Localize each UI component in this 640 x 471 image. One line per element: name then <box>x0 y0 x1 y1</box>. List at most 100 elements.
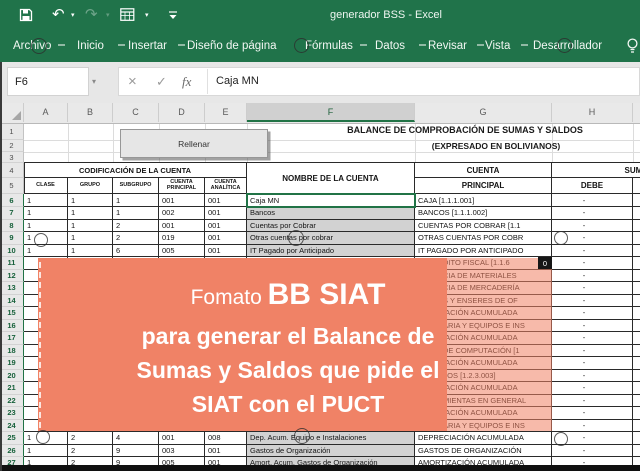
row-header-13[interactable]: 13 <box>0 282 24 295</box>
row-header-21[interactable]: 21 <box>0 382 24 395</box>
cell-B9[interactable]: 1 <box>68 232 113 245</box>
header-cuenta[interactable]: CUENTA <box>415 163 552 178</box>
cell-C10[interactable]: 6 <box>113 245 159 258</box>
cell-D26[interactable]: 003 <box>159 445 205 458</box>
cell-A7[interactable]: 1 <box>24 207 68 220</box>
cell-I12[interactable] <box>633 270 640 283</box>
header-nombre-cuenta[interactable]: NOMBRE DE LA CUENTA <box>247 163 415 194</box>
header-subgrupo[interactable]: SUBGRUPO <box>113 178 159 194</box>
cell-H21[interactable]: - <box>552 382 633 395</box>
cell-H15[interactable]: - <box>552 307 633 320</box>
cell-D6[interactable]: 001 <box>159 194 205 207</box>
cell-I26[interactable] <box>633 445 640 458</box>
cell-H24[interactable]: - <box>552 420 633 433</box>
cell-H17[interactable]: - <box>552 332 633 345</box>
cell-E9[interactable]: 001 <box>205 232 247 245</box>
cell-I11[interactable] <box>633 257 640 270</box>
header-debe[interactable]: DEBE <box>552 178 633 194</box>
cell-B6[interactable]: 1 <box>68 194 113 207</box>
row-header-20[interactable]: 20 <box>0 370 24 383</box>
cell-B8[interactable]: 1 <box>68 220 113 233</box>
row-header-19[interactable]: 19 <box>0 357 24 370</box>
cell-A26[interactable]: 1 <box>24 445 68 458</box>
cell-I16[interactable] <box>633 320 640 333</box>
header-grupo[interactable]: GRUPO <box>68 178 113 194</box>
row-header-9[interactable]: 9 <box>0 232 24 245</box>
cell-H16[interactable]: - <box>552 320 633 333</box>
cell-B26[interactable]: 2 <box>68 445 113 458</box>
header-haber-sliver[interactable] <box>633 178 640 194</box>
cell-G8[interactable]: CUENTAS POR COBRAR [1.1 <box>415 220 552 233</box>
cell-G6[interactable]: CAJA [1.1.1.001] <box>415 194 552 207</box>
cell-B25[interactable]: 2 <box>68 432 113 445</box>
cell-H7[interactable]: - <box>552 207 633 220</box>
cell-I6[interactable] <box>633 194 640 207</box>
cell-I24[interactable] <box>633 420 640 433</box>
cell-H14[interactable]: - <box>552 295 633 308</box>
cell-C8[interactable]: 2 <box>113 220 159 233</box>
cell-I22[interactable] <box>633 395 640 408</box>
cell-H26[interactable]: - <box>552 445 633 458</box>
cell-G25[interactable]: DEPRECIACIÓN ACUMULADA <box>415 432 552 445</box>
cell-I18[interactable] <box>633 345 640 358</box>
cell-D25[interactable]: 001 <box>159 432 205 445</box>
row-header-18[interactable]: 18 <box>0 345 24 358</box>
row-header-11[interactable]: 11 <box>0 257 24 270</box>
cell-E10[interactable]: 001 <box>205 245 247 258</box>
cell-E7[interactable]: 001 <box>205 207 247 220</box>
cell-F9[interactable]: Otras cuentas por cobrar <box>247 232 415 245</box>
row-header-12[interactable]: 12 <box>0 270 24 283</box>
cell-A8[interactable]: 1 <box>24 220 68 233</box>
cell-G26[interactable]: GASTOS DE ORGANIZACIÓN <box>415 445 552 458</box>
row-header-7[interactable]: 7 <box>0 207 24 220</box>
cell-C9[interactable]: 2 <box>113 232 159 245</box>
header-cuenta_analitica[interactable]: CUENTAANALÍTICA <box>205 178 247 194</box>
cell-C7[interactable]: 1 <box>113 207 159 220</box>
row-header-5[interactable]: 5 <box>0 178 24 194</box>
row-header-2[interactable]: 2 <box>0 140 24 152</box>
row-header-22[interactable]: 22 <box>0 395 24 408</box>
cell-H20[interactable]: - <box>552 370 633 383</box>
row-header-4[interactable]: 4 <box>0 163 24 178</box>
row-header-25[interactable]: 25 <box>0 432 24 445</box>
cell-I23[interactable] <box>633 407 640 420</box>
row-header-17[interactable]: 17 <box>0 332 24 345</box>
cell-I25[interactable] <box>633 432 640 445</box>
row-header-1[interactable]: 1 <box>0 124 24 140</box>
cell-H23[interactable]: - <box>552 407 633 420</box>
cell-B10[interactable]: 1 <box>68 245 113 258</box>
cell-H22[interactable]: - <box>552 395 633 408</box>
cell-E8[interactable]: 001 <box>205 220 247 233</box>
header-sumas[interactable]: SUMAS <box>552 163 640 178</box>
cell-C26[interactable]: 9 <box>113 445 159 458</box>
cell-G9[interactable]: OTRAS CUENTAS POR COBR <box>415 232 552 245</box>
cell-E26[interactable]: 001 <box>205 445 247 458</box>
cell-I13[interactable] <box>633 282 640 295</box>
cell-I17[interactable] <box>633 332 640 345</box>
cell-H13[interactable]: - <box>552 282 633 295</box>
row-header-15[interactable]: 15 <box>0 307 24 320</box>
row-header-6[interactable]: 6 <box>0 194 24 207</box>
row-header-16[interactable]: 16 <box>0 320 24 333</box>
cell-G10[interactable]: IT PAGADO POR ANTICIPADO <box>415 245 552 258</box>
header-clase[interactable]: CLASE <box>24 178 68 194</box>
cell-D10[interactable]: 005 <box>159 245 205 258</box>
cell-F26[interactable]: Gastos de Organización <box>247 445 415 458</box>
row-header-26[interactable]: 26 <box>0 445 24 458</box>
cell-I9[interactable] <box>633 232 640 245</box>
cell-H8[interactable]: - <box>552 220 633 233</box>
cell-I21[interactable] <box>633 382 640 395</box>
cell-F25[interactable]: Dep. Acum. Equipo e Instalaciones <box>247 432 415 445</box>
row-header-23[interactable]: 23 <box>0 407 24 420</box>
cell-I20[interactable] <box>633 370 640 383</box>
cell-D8[interactable]: 001 <box>159 220 205 233</box>
cell-F10[interactable]: IT Pagado por Anticipado <box>247 245 415 258</box>
cell-H6[interactable]: - <box>552 194 633 207</box>
header-codificacion[interactable]: CODIFICACIÓN DE LA CUENTA <box>24 163 247 178</box>
cell-I19[interactable] <box>633 357 640 370</box>
rellenar-button[interactable]: Rellenar <box>120 129 268 158</box>
cell-H19[interactable]: - <box>552 357 633 370</box>
cell-C25[interactable]: 4 <box>113 432 159 445</box>
row-header-14[interactable]: 14 <box>0 295 24 308</box>
cell-H18[interactable]: - <box>552 345 633 358</box>
